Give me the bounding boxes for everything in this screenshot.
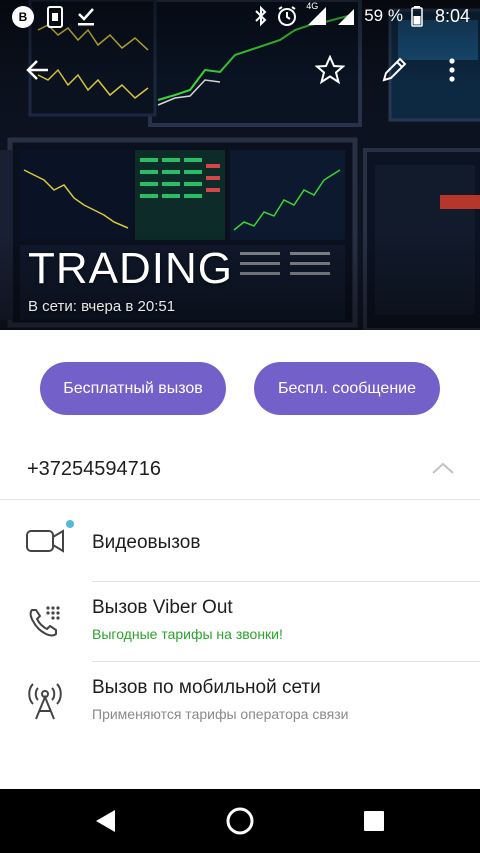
phone-number: +37254594716 bbox=[27, 458, 162, 480]
chevron-up-icon[interactable] bbox=[428, 456, 458, 480]
video-call-title: Видеовызов bbox=[92, 532, 201, 553]
nav-back-button[interactable] bbox=[88, 803, 124, 839]
more-vert-icon bbox=[449, 58, 455, 82]
triangle-back-icon bbox=[96, 810, 115, 832]
video-call-row[interactable]: Видеовызов bbox=[0, 502, 480, 582]
star-icon bbox=[315, 55, 345, 85]
alarm-icon bbox=[278, 6, 297, 26]
network-type-label: 4G bbox=[306, 1, 319, 11]
back-button[interactable] bbox=[20, 52, 56, 88]
new-feature-dot bbox=[66, 520, 74, 528]
contact-header-image: B 4G 59 % 8:04 TRADING В сети: вчера в 2… bbox=[0, 0, 480, 330]
video-camera-icon bbox=[26, 529, 64, 553]
bluetooth-icon bbox=[255, 5, 267, 27]
more-options-button[interactable] bbox=[434, 52, 470, 88]
viber-out-subtitle: Выгодные тарифы на звонки! bbox=[92, 626, 283, 642]
phone-dial-icon bbox=[29, 606, 60, 637]
square-recents-icon bbox=[364, 811, 384, 831]
mobile-call-row[interactable]: Вызов по мобильной сети Применяются тари… bbox=[0, 662, 480, 742]
pencil-icon bbox=[382, 57, 407, 82]
cell-tower-icon bbox=[28, 683, 62, 720]
battery-icon bbox=[411, 6, 423, 27]
signal-icon: 4G bbox=[306, 1, 328, 27]
b-badge-icon: B bbox=[12, 6, 34, 28]
circle-home-icon bbox=[226, 807, 254, 835]
back-arrow-icon bbox=[26, 60, 48, 80]
mobile-call-title: Вызов по мобильной сети bbox=[92, 677, 321, 698]
free-message-button[interactable]: Беспл. сообщение bbox=[254, 362, 440, 415]
sim-icon bbox=[47, 6, 63, 28]
clock: 8:04 bbox=[434, 5, 470, 26]
download-done-icon bbox=[78, 8, 94, 26]
online-status: В сети: вчера в 20:51 bbox=[28, 298, 176, 315]
signal-icon-2 bbox=[338, 9, 355, 25]
navigation-bar bbox=[0, 789, 480, 853]
mobile-call-subtitle: Применяются тарифы оператора связи bbox=[92, 706, 349, 722]
contact-name: TRADING bbox=[28, 244, 233, 293]
edit-button[interactable] bbox=[376, 52, 412, 88]
free-call-button[interactable]: Бесплатный вызов bbox=[40, 362, 226, 415]
phone-number-row[interactable]: +37254594716 bbox=[0, 440, 480, 500]
nav-home-button[interactable] bbox=[222, 803, 258, 839]
favorite-button[interactable] bbox=[312, 52, 348, 88]
nav-recent-apps-button[interactable] bbox=[356, 803, 392, 839]
status-bar: B 4G 59 % 8:04 bbox=[0, 0, 480, 34]
viber-out-title: Вызов Viber Out bbox=[92, 597, 233, 618]
viber-out-row[interactable]: Вызов Viber Out Выгодные тарифы на звонк… bbox=[0, 582, 480, 662]
battery-percent: 59 % bbox=[364, 6, 403, 25]
